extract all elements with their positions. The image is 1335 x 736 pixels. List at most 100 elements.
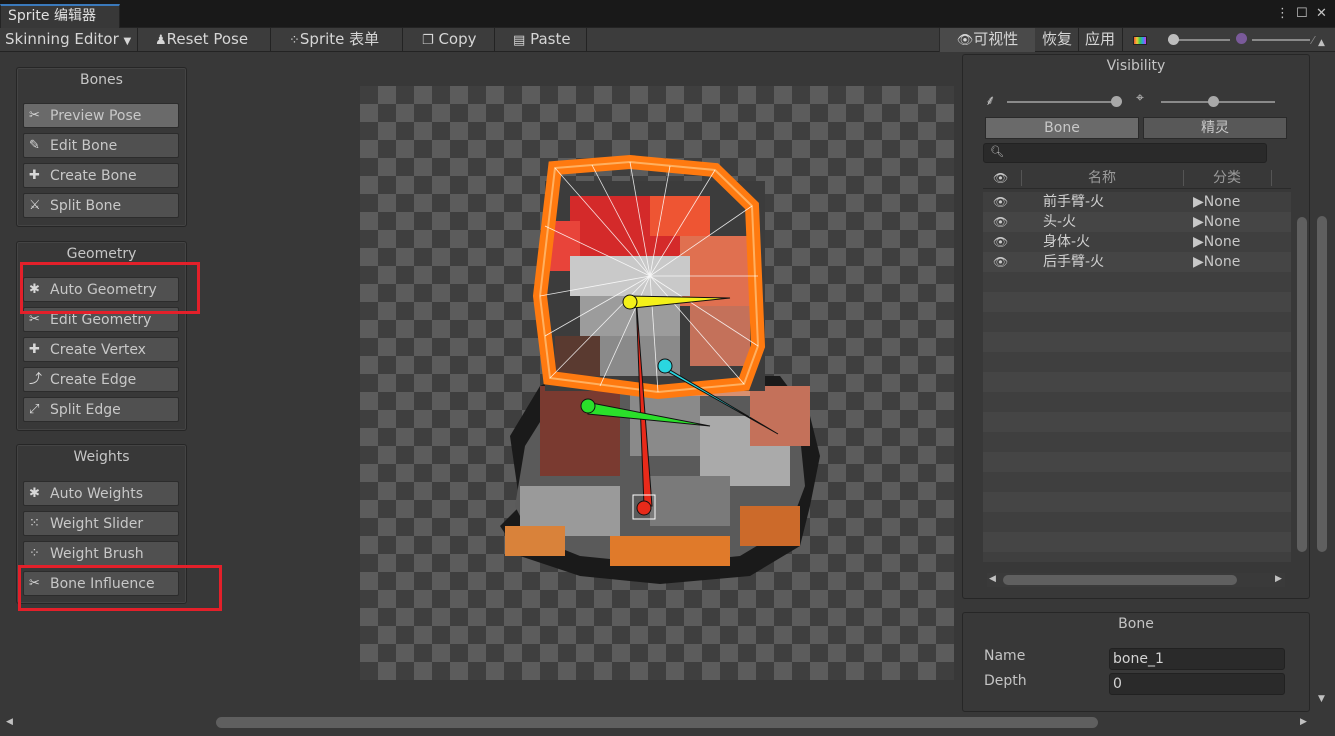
tab-bone[interactable]: Bone: [985, 117, 1139, 139]
weight-slider-button[interactable]: ⁙ Weight Slider: [23, 511, 179, 536]
apply-button[interactable]: 应用: [1085, 28, 1115, 52]
mesh-opacity-knob[interactable]: [1208, 96, 1219, 107]
column-name[interactable]: 名称: [1088, 167, 1116, 189]
split-edge-button[interactable]: ⤢ Split Edge: [23, 397, 179, 422]
blend-slider-track[interactable]: [1252, 39, 1310, 41]
copy-button[interactable]: ❐ Copy: [422, 28, 477, 52]
eye-icon[interactable]: 👁: [993, 252, 1008, 272]
blend-icon-end: ⁄: [1312, 34, 1314, 47]
create-vertex-icon: ✚: [29, 342, 40, 357]
bone-icon: ⁘: [289, 33, 300, 48]
canvas-hscroll-thumb[interactable]: [216, 717, 1098, 728]
bone-opacity-slider[interactable]: [1007, 101, 1117, 103]
edit-bone-icon: ✎: [29, 138, 40, 153]
sprite-canvas[interactable]: [360, 86, 954, 680]
list-scrollbar-thumb[interactable]: [1297, 217, 1307, 552]
bone-front-arm-joint[interactable]: [657, 358, 673, 374]
preview-pose-button[interactable]: ✂ Preview Pose: [23, 103, 179, 128]
revert-button[interactable]: 恢复: [1042, 28, 1072, 52]
sprite-preview: [500, 154, 820, 584]
opacity-slider-knob[interactable]: [1168, 34, 1179, 45]
bone-body-joint[interactable]: [636, 500, 652, 516]
column-divider: [1271, 170, 1272, 186]
scroll-left-icon[interactable]: ◀: [989, 574, 996, 584]
eye-icon: 👁: [956, 33, 974, 48]
list-header: 👁 名称 分类: [983, 167, 1291, 189]
visibility-title: Visibility: [1106, 58, 1166, 74]
menu-icon[interactable]: ⋮: [1276, 6, 1289, 21]
list-item[interactable]: 👁 前手臂-火 ▶None: [983, 192, 1291, 212]
search-icon: 🔍︎: [990, 145, 1004, 158]
close-icon[interactable]: ✕: [1316, 6, 1327, 21]
reset-pose-label: Reset Pose: [166, 30, 249, 48]
scroll-right-icon[interactable]: ▶: [1300, 717, 1307, 727]
create-bone-button[interactable]: ✚ Create Bone: [23, 163, 179, 188]
mode-dropdown[interactable]: Skinning Editor ▼: [5, 28, 131, 52]
create-edge-icon: ⤴: [29, 372, 43, 387]
depth-label: Depth: [984, 673, 1027, 689]
tool-label: Edit Bone: [50, 138, 118, 154]
row-name: 身体-火: [1043, 234, 1091, 250]
auto-weights-icon: ✱: [29, 486, 40, 501]
toolbar: Skinning Editor ▼ ♟Reset Pose ⁘Sprite 表单…: [0, 28, 1335, 52]
weight-brush-icon: ⁘: [29, 546, 40, 561]
scroll-left-icon[interactable]: ◀: [6, 717, 13, 727]
sprite-sheet-button[interactable]: ⁘Sprite 表单: [289, 28, 379, 52]
scroll-down-icon[interactable]: ▼: [1318, 694, 1325, 704]
row-category[interactable]: ▶None: [1193, 212, 1240, 232]
name-field[interactable]: bone_1: [1109, 648, 1285, 670]
preview-pose-icon: ✂: [29, 108, 40, 123]
split-bone-button[interactable]: ⚔ Split Bone: [23, 193, 179, 218]
divider: [270, 28, 271, 52]
edit-bone-button[interactable]: ✎ Edit Bone: [23, 133, 179, 158]
eye-icon[interactable]: 👁: [993, 232, 1008, 252]
list-item[interactable]: 👁 头-火 ▶None: [983, 212, 1291, 232]
row-name: 头-火: [1043, 214, 1077, 230]
eye-icon[interactable]: 👁: [993, 167, 1008, 189]
bones-panel: Bones ✂ Preview Pose ✎ Edit Bone ✚ Create B…: [16, 67, 187, 227]
reset-pose-button[interactable]: ♟Reset Pose: [155, 28, 248, 52]
color-swatch-icon[interactable]: [1133, 36, 1147, 45]
list-item[interactable]: 👁 身体-火 ▶None: [983, 232, 1291, 252]
scroll-right-icon[interactable]: ▶: [1275, 574, 1282, 584]
split-bone-icon: ⚔: [29, 198, 41, 213]
column-category[interactable]: 分类: [1213, 167, 1241, 189]
search-input[interactable]: 🔍︎: [983, 143, 1267, 163]
bones-panel-title: Bones: [80, 72, 123, 88]
bone-head-joint[interactable]: [622, 294, 638, 310]
row-category[interactable]: ▶None: [1193, 252, 1240, 272]
eye-icon[interactable]: 👁: [993, 192, 1008, 212]
list-item[interactable]: 👁 后手臂-火 ▶None: [983, 252, 1291, 272]
maximize-icon[interactable]: ☐: [1296, 6, 1308, 21]
depth-field[interactable]: 0: [1109, 673, 1285, 695]
create-bone-icon: ✚: [29, 168, 40, 183]
visibility-panel: Visibility ⸙ ⌖ Bone 精灵 🔍︎ 👁 名称 分类 👁 前手臂-火…: [962, 54, 1310, 599]
row-category[interactable]: ▶None: [1193, 192, 1240, 212]
eye-icon[interactable]: 👁: [993, 212, 1008, 232]
visibility-toggle[interactable]: 👁可视性: [939, 28, 1035, 52]
panel-scrollbar-thumb[interactable]: [1317, 216, 1327, 552]
divider: [1122, 28, 1123, 52]
auto-weights-button[interactable]: ✱ Auto Weights: [23, 481, 179, 506]
tool-label: Split Bone: [50, 198, 122, 214]
sprite-editor-window: Sprite 编辑器 ⋮ ☐ ✕ Skinning Editor ▼ ♟Rese…: [0, 0, 1335, 736]
divider: [586, 28, 587, 52]
tab-sprite-editor[interactable]: Sprite 编辑器: [0, 4, 120, 28]
list-hscroll-thumb[interactable]: [1003, 575, 1237, 585]
tab-sprite[interactable]: 精灵: [1143, 117, 1287, 139]
name-label: Name: [984, 648, 1026, 664]
category-value: None: [1203, 194, 1241, 210]
bone-back-arm-joint[interactable]: [580, 398, 596, 414]
bone-opacity-knob[interactable]: [1111, 96, 1122, 107]
create-edge-button[interactable]: ⤴ Create Edge: [23, 367, 179, 392]
create-vertex-button[interactable]: ✚ Create Vertex: [23, 337, 179, 362]
weight-brush-button[interactable]: ⁘ Weight Brush: [23, 541, 179, 566]
blend-icon: [1236, 33, 1247, 44]
scroll-up-icon[interactable]: ▲: [1318, 38, 1325, 48]
person-icon: ♟: [155, 33, 167, 48]
mode-label: Skinning Editor: [5, 30, 119, 48]
tab-bar: Sprite 编辑器 ⋮ ☐ ✕: [0, 0, 1335, 28]
visibility-label: 可视性: [973, 30, 1019, 48]
paste-button[interactable]: ▤ Paste: [513, 28, 571, 52]
row-category[interactable]: ▶None: [1193, 232, 1240, 252]
